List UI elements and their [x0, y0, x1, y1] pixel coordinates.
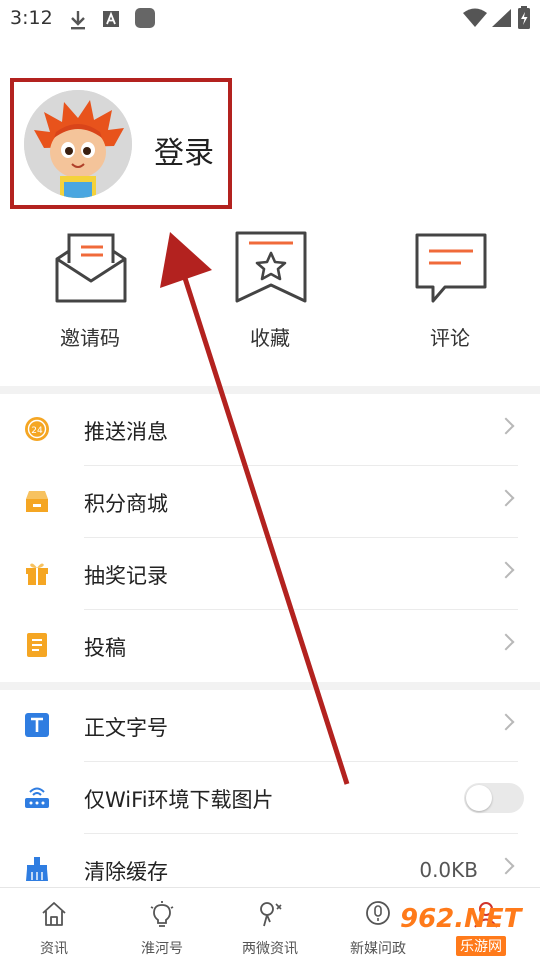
- menu-item-label: 仅WiFi环境下载图片: [84, 788, 274, 812]
- nav-tab-huaihe[interactable]: 淮河号: [108, 888, 216, 960]
- chevron-right-icon: [497, 713, 515, 731]
- site-watermark: 962.NET 乐游网: [396, 902, 538, 958]
- chevron-right-icon: [497, 417, 515, 435]
- login-label[interactable]: 登录: [154, 128, 214, 172]
- signal-icon: [492, 9, 511, 27]
- chevron-right-icon: [497, 489, 515, 507]
- broom-icon: [26, 857, 48, 881]
- status-bar: 3:12: [0, 0, 540, 40]
- menu-item-label: 投稿: [84, 636, 126, 660]
- download-icon: [71, 11, 85, 30]
- toggle-knob: [466, 785, 492, 811]
- menu-item-label: 清除缓存: [84, 860, 168, 884]
- menu-item-lottery-records[interactable]: 抽奖记录: [0, 538, 540, 610]
- nav-tab-liangwei[interactable]: 两微资讯: [216, 888, 324, 960]
- lightbulb-icon: [150, 901, 174, 927]
- note-icon: [27, 633, 47, 657]
- wifi-icon: [463, 8, 487, 27]
- clock-24-icon: 24: [25, 417, 49, 441]
- svg-text:24: 24: [31, 426, 43, 436]
- quick-action-label: 邀请码: [60, 326, 120, 350]
- font-size-icon: [25, 713, 49, 737]
- menu-item-label: 抽奖记录: [84, 564, 168, 588]
- section-separator: [0, 682, 540, 690]
- wifi-only-toggle[interactable]: [464, 783, 524, 813]
- menu-item-label: 积分商城: [84, 492, 168, 516]
- battery-icon: [518, 6, 530, 29]
- cache-size-value: 0.0KB: [419, 858, 478, 882]
- microphone-pen-icon: [260, 902, 282, 927]
- bookmark-star-icon: [235, 231, 307, 303]
- envelope-icon: [55, 233, 127, 303]
- quick-action-label: 评论: [430, 326, 470, 350]
- comment-icon: [415, 233, 487, 303]
- menu-item-points-store[interactable]: 积分商城: [0, 466, 540, 538]
- watermark-sub: 乐游网: [456, 936, 506, 956]
- home-icon: [42, 902, 66, 926]
- watermark-brand: 962.NET: [400, 904, 522, 934]
- router-icon: [25, 787, 49, 808]
- nav-tab-news[interactable]: 资讯: [0, 888, 108, 960]
- mascot-avatar-icon: [24, 90, 132, 198]
- menu-item-label: 正文字号: [84, 716, 168, 740]
- menu-item-label: 推送消息: [84, 420, 168, 444]
- nav-tab-label: 淮河号: [141, 941, 183, 957]
- menu-item-wifi-only-images: 仅WiFi环境下载图片: [0, 762, 540, 834]
- font-app-icon: [103, 11, 119, 27]
- app-square-icon: [135, 8, 155, 28]
- menu-item-font-size[interactable]: 正文字号: [0, 690, 540, 762]
- login-profile-card[interactable]: 登录: [10, 78, 232, 209]
- status-time: 3:12: [10, 7, 53, 29]
- avatar[interactable]: [24, 90, 132, 198]
- nav-tab-label: 两微资讯: [242, 941, 298, 957]
- chevron-right-icon: [497, 561, 515, 579]
- chevron-right-icon: [497, 857, 515, 875]
- menu-item-submit-article[interactable]: 投稿: [0, 610, 540, 682]
- gift-icon: [26, 563, 48, 585]
- mic-bubble-icon: [366, 901, 390, 925]
- quick-action-label: 收藏: [250, 326, 290, 350]
- quick-action-invite-code[interactable]: 邀请码: [20, 225, 160, 355]
- menu-item-push-messages[interactable]: 24 推送消息: [0, 394, 540, 466]
- store-icon: [26, 491, 48, 512]
- nav-tab-label: 资讯: [40, 941, 68, 957]
- chevron-right-icon: [497, 633, 515, 651]
- section-separator: [0, 386, 540, 394]
- quick-action-favorites[interactable]: 收藏: [200, 225, 340, 355]
- quick-action-comments[interactable]: 评论: [380, 225, 520, 355]
